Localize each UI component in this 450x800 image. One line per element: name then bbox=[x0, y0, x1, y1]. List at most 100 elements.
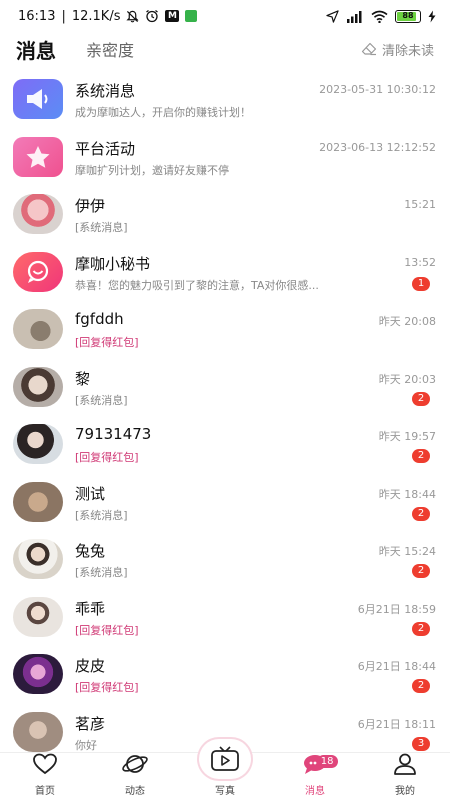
conversation-time: 15:21 bbox=[404, 198, 436, 211]
nav-mine-label: 我的 bbox=[395, 786, 415, 797]
conversation-name: 茗彦 bbox=[75, 714, 106, 733]
conversation-time: 昨天 15:24 bbox=[378, 545, 436, 558]
tab-intimacy[interactable]: 亲密度 bbox=[86, 37, 134, 61]
conversation-time: 13:52 bbox=[404, 255, 436, 269]
avatar bbox=[13, 596, 63, 637]
unread-badge: 2 bbox=[412, 679, 430, 693]
green-app-icon bbox=[185, 10, 198, 22]
conversation-preview: [系统消息] bbox=[75, 508, 128, 522]
nav-mine[interactable]: 我的 bbox=[360, 753, 450, 800]
wifi-icon bbox=[371, 10, 388, 23]
tv-play-icon bbox=[199, 739, 251, 779]
status-bar-left: 16:13 | 12.1K/s M bbox=[18, 8, 198, 24]
conversation-name: 皮皮 bbox=[75, 657, 106, 675]
avatar bbox=[13, 194, 63, 234]
nav-messages-badge: 18 bbox=[316, 755, 338, 768]
conversation-preview: [系统消息] bbox=[75, 393, 128, 407]
conversation-preview: [回复得红包] bbox=[75, 451, 139, 464]
battery-icon: 88 bbox=[395, 9, 421, 23]
conversation-time: 昨天 19:57 bbox=[378, 430, 436, 443]
unread-badge: 2 bbox=[412, 391, 430, 406]
conversation-name: 乖乖 bbox=[75, 599, 106, 618]
conversation-row[interactable]: 乖乖 6月21日 18:59 [回复得红包] 2 bbox=[0, 589, 450, 647]
star-icon bbox=[13, 136, 63, 177]
unread-badge: 2 bbox=[412, 449, 430, 463]
conversation-name: 摩咖小秘书 bbox=[75, 254, 151, 273]
avatar bbox=[13, 654, 63, 694]
conversation-row[interactable]: 79131473 昨天 19:57 [回复得红包] 2 bbox=[0, 416, 450, 474]
conversation-name: fgfddh bbox=[75, 310, 124, 328]
conversation-row[interactable]: 皮皮 6月21日 18:44 [回复得红包] 2 bbox=[0, 646, 450, 704]
nav-feed-label: 动态 bbox=[125, 786, 145, 797]
status-bar: 16:13 | 12.1K/s M 88 bbox=[0, 0, 450, 32]
conversation-time: 昨天 20:08 bbox=[378, 315, 436, 328]
unread-badge: 1 bbox=[412, 276, 430, 291]
conversation-name: 伊伊 bbox=[75, 197, 106, 215]
chat-bubble-icon bbox=[13, 251, 63, 292]
app-notification-icon: M bbox=[165, 10, 180, 22]
conversation-preview: 成为摩咖达人，开启你的赚钱计划！ bbox=[75, 106, 251, 119]
conversation-preview: [系统消息] bbox=[75, 221, 128, 234]
conversation-time: 2023-05-31 10:30:12 bbox=[319, 83, 436, 96]
tab-messages[interactable]: 消息 bbox=[16, 35, 56, 64]
conversation-row[interactable]: 黎 昨天 20:03 [系统消息] 2 bbox=[0, 359, 450, 417]
nav-photo[interactable]: 写真 bbox=[180, 739, 270, 800]
signal-icon bbox=[346, 10, 364, 23]
nav-home-label: 首页 bbox=[35, 786, 55, 797]
conversation-preview: 摩咖扩列计划，邀请好友赚不停 bbox=[75, 163, 229, 177]
mute-bell-icon bbox=[126, 10, 140, 23]
conversation-row-assistant[interactable]: 摩咖小秘书 13:52 恭喜！您的魅力吸引到了黎的注意，TA对你很感... 1 bbox=[0, 244, 450, 302]
status-speed: 12.1K/s bbox=[71, 8, 121, 24]
nav-photo-label: 写真 bbox=[215, 786, 235, 797]
status-divider: | bbox=[61, 8, 66, 24]
home-heart-icon bbox=[31, 752, 59, 780]
conversation-time: 6月21日 18:59 bbox=[357, 602, 436, 616]
conversation-name: 兔兔 bbox=[75, 542, 106, 560]
conversation-preview: 恭喜！您的魅力吸引到了黎的注意，TA对你很感... bbox=[75, 278, 319, 292]
unread-badge: 2 bbox=[412, 621, 430, 636]
conversation-row[interactable]: fgfddh 昨天 20:08 [回复得红包] bbox=[0, 301, 450, 359]
nav-feed[interactable]: 动态 bbox=[90, 753, 180, 800]
conversation-preview: [回复得红包] bbox=[75, 336, 139, 349]
conversation-time: 昨天 18:44 bbox=[378, 487, 436, 501]
user-profile-icon bbox=[391, 752, 419, 780]
conversation-time: 6月21日 18:44 bbox=[357, 660, 436, 673]
conversation-preview: [回复得红包] bbox=[75, 681, 139, 694]
conversation-row[interactable]: 伊伊 15:21 [系统消息] bbox=[0, 186, 450, 244]
clear-unread-label: 清除未读 bbox=[381, 43, 434, 59]
conversation-row[interactable]: 测试 昨天 18:44 [系统消息] 2 bbox=[0, 474, 450, 532]
conversation-preview: [系统消息] bbox=[75, 566, 128, 579]
unread-badge: 2 bbox=[412, 564, 430, 578]
planet-icon bbox=[121, 752, 149, 780]
conversation-name: 测试 bbox=[75, 484, 106, 503]
status-bar-right: 88 bbox=[326, 9, 436, 23]
conversation-row-platform-activity[interactable]: 平台活动 2023-06-13 12:12:52 摩咖扩列计划，邀请好友赚不停 bbox=[0, 129, 450, 187]
avatar bbox=[13, 424, 63, 464]
location-arrow-icon bbox=[326, 9, 339, 23]
unread-badge: 2 bbox=[412, 506, 430, 521]
clear-unread-button[interactable]: 清除未读 bbox=[361, 40, 434, 59]
nav-messages-label: 消息 bbox=[305, 786, 325, 797]
conversation-name: 系统消息 bbox=[75, 82, 136, 100]
avatar bbox=[13, 539, 63, 579]
avatar bbox=[13, 481, 63, 522]
nav-messages[interactable]: 18 消息 bbox=[270, 753, 360, 800]
avatar bbox=[13, 711, 63, 752]
conversation-name: 黎 bbox=[75, 369, 91, 388]
conversation-preview: [回复得红包] bbox=[75, 623, 139, 637]
conversation-preview: 你好 bbox=[75, 738, 97, 752]
alarm-clock-icon bbox=[145, 9, 159, 23]
battery-percent: 88 bbox=[402, 10, 414, 20]
bottom-nav: 首页 动态 写真 18 消息 我的 bbox=[0, 739, 450, 800]
conversation-time: 6月21日 18:11 bbox=[357, 717, 436, 731]
conversation-row[interactable]: 兔兔 昨天 15:24 [系统消息] 2 bbox=[0, 531, 450, 589]
eraser-icon bbox=[361, 42, 377, 56]
charging-bolt-icon bbox=[428, 10, 436, 23]
avatar bbox=[13, 366, 63, 407]
conversation-row-system[interactable]: 系统消息 2023-05-31 10:30:12 成为摩咖达人，开启你的赚钱计划… bbox=[0, 71, 450, 129]
status-time: 16:13 bbox=[18, 8, 56, 24]
message-header: 消息 亲密度 清除未读 bbox=[0, 32, 450, 66]
conversation-name: 79131473 bbox=[75, 425, 152, 443]
nav-home[interactable]: 首页 bbox=[0, 753, 90, 800]
conversation-list: 系统消息 2023-05-31 10:30:12 成为摩咖达人，开启你的赚钱计划… bbox=[0, 71, 450, 761]
